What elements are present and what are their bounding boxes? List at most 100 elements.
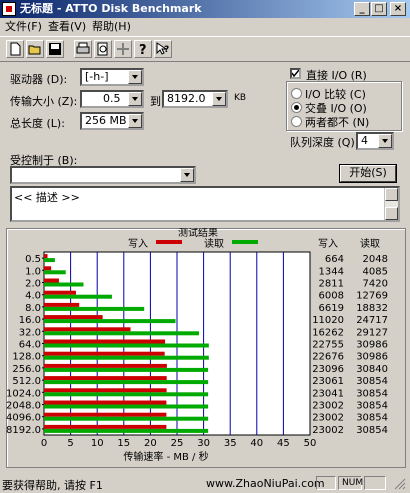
x-tick-label: 30 (197, 438, 210, 449)
read-bar (44, 343, 209, 348)
start-button[interactable]: 开始(S) (339, 164, 397, 183)
svg-text:?: ? (139, 43, 147, 56)
transfer-to-select[interactable]: 8192.0 (162, 90, 228, 108)
write-bar (44, 315, 103, 320)
write-bar (44, 254, 48, 259)
chevron-down-icon[interactable] (128, 70, 142, 84)
transfer-from-select[interactable]: 0.5 (80, 90, 144, 108)
minimize-button[interactable]: _ (354, 2, 370, 16)
read-bar (44, 331, 199, 336)
scroll-down-icon[interactable] (385, 207, 398, 220)
watermark-text: www.ZhaoNiuPai.com (206, 477, 325, 490)
y-tick-label: 8.0 (25, 303, 41, 314)
save-icon (49, 43, 61, 55)
write-bar (44, 327, 131, 332)
num-lock-indicator: NUM (338, 476, 363, 490)
x-tick-label: 0 (41, 438, 47, 449)
y-tick-label: 512.0 (12, 376, 41, 387)
read-value-label: 2048 (363, 254, 388, 265)
description-field[interactable]: << 描述 >> (10, 186, 400, 222)
x-tick-label: 35 (224, 438, 237, 449)
open-button[interactable] (26, 40, 44, 58)
y-tick-label: 16.0 (19, 315, 41, 326)
queue-depth-label: 队列深度 (Q): (290, 136, 359, 149)
app-icon[interactable] (2, 2, 16, 16)
read-value-label: 30986 (356, 340, 388, 351)
window-title: 无标题 - ATTO Disk Benchmark (20, 2, 202, 15)
write-bar (44, 351, 165, 356)
context-help-button[interactable]: ? (154, 40, 172, 58)
read-value-label: 30854 (356, 401, 388, 412)
write-bar (44, 302, 80, 307)
new-button[interactable] (6, 40, 24, 58)
results-title: 测试结果 (178, 228, 218, 239)
save-button[interactable] (46, 40, 64, 58)
write-bar (44, 339, 166, 344)
neither-label[interactable]: 两者都不 (N) (305, 114, 369, 130)
queue-depth-select[interactable]: 4 (356, 132, 394, 150)
chevron-down-icon[interactable] (378, 134, 392, 148)
menu-help[interactable]: 帮助(H) (92, 18, 131, 35)
read-bar (44, 319, 176, 324)
help-button[interactable]: ? (134, 40, 152, 58)
description-text: << 描述 >> (14, 191, 80, 204)
write-value-label: 6619 (319, 303, 344, 314)
write-value-label: 22676 (312, 352, 344, 363)
y-tick-label: 1024.0 (6, 388, 41, 399)
direct-io-checkbox[interactable] (290, 68, 301, 79)
resize-grip-icon[interactable] (394, 478, 406, 490)
read-value-label: 29127 (356, 327, 388, 338)
write-value-label: 6008 (319, 291, 344, 302)
write-value-label: 23061 (312, 376, 344, 387)
title-bar[interactable]: 无标题 - ATTO Disk Benchmark _ □ × (0, 0, 410, 18)
neither-radio[interactable] (291, 116, 302, 127)
toolbar: ? ? (0, 36, 410, 62)
print-preview-button[interactable] (94, 40, 112, 58)
write-value-label: 2811 (319, 279, 344, 290)
read-value-label: 30854 (356, 425, 388, 436)
chevron-down-icon[interactable] (128, 92, 142, 106)
checkmark-icon (292, 70, 299, 77)
write-value-label: 16262 (312, 327, 344, 338)
move-button[interactable] (114, 40, 132, 58)
chevron-down-icon[interactable] (212, 92, 226, 106)
write-value-label: 23041 (312, 388, 344, 399)
x-axis-label: 传输速率 - MB / 秒 (123, 450, 208, 463)
x-tick-label: 15 (117, 438, 130, 449)
read-value-label: 7420 (363, 279, 388, 290)
write-column-header: 写入 (318, 238, 338, 250)
drive-select[interactable]: [-h-] (80, 68, 144, 86)
results-chart: 测试结果 写入 读取 写入 读取 0 5 10 15 20 25 30 35 40 45 50 0.5… (6, 228, 388, 463)
y-tick-label: 128.0 (12, 352, 41, 363)
write-value-label: 664 (325, 254, 344, 265)
scroll-up-icon[interactable] (385, 188, 398, 201)
read-value-label: 30840 (356, 364, 388, 375)
maximize-button[interactable]: □ (371, 2, 387, 16)
read-value-label: 4085 (363, 266, 388, 277)
help-icon: ? (139, 43, 147, 56)
drive-label: 驱动器 (D): (10, 73, 68, 86)
y-tick-label: 256.0 (12, 364, 41, 375)
menu-view[interactable]: 查看(V) (48, 18, 86, 35)
print-button[interactable] (74, 40, 92, 58)
overlap-io-radio[interactable] (291, 102, 302, 113)
chevron-down-icon[interactable] (180, 168, 194, 182)
chevron-down-icon[interactable] (128, 114, 142, 128)
write-value-label: 23002 (312, 401, 344, 412)
x-tick-label: 40 (250, 438, 263, 449)
description-scrollbar[interactable] (384, 188, 398, 220)
write-bar (44, 278, 59, 283)
menu-file[interactable]: 文件(F) (5, 18, 42, 35)
read-bar (44, 392, 209, 397)
x-tick-label: 20 (144, 438, 157, 449)
svg-text:?: ? (164, 45, 169, 55)
controlled-by-select[interactable] (10, 166, 196, 184)
close-button[interactable]: × (390, 2, 406, 16)
write-value-label: 23096 (312, 364, 344, 375)
write-bar (44, 424, 167, 429)
read-value-label: 24717 (356, 315, 388, 326)
new-icon (10, 42, 21, 56)
io-compare-radio[interactable] (291, 88, 302, 99)
read-bar (44, 416, 209, 421)
total-length-select[interactable]: 256 MB (80, 112, 144, 130)
